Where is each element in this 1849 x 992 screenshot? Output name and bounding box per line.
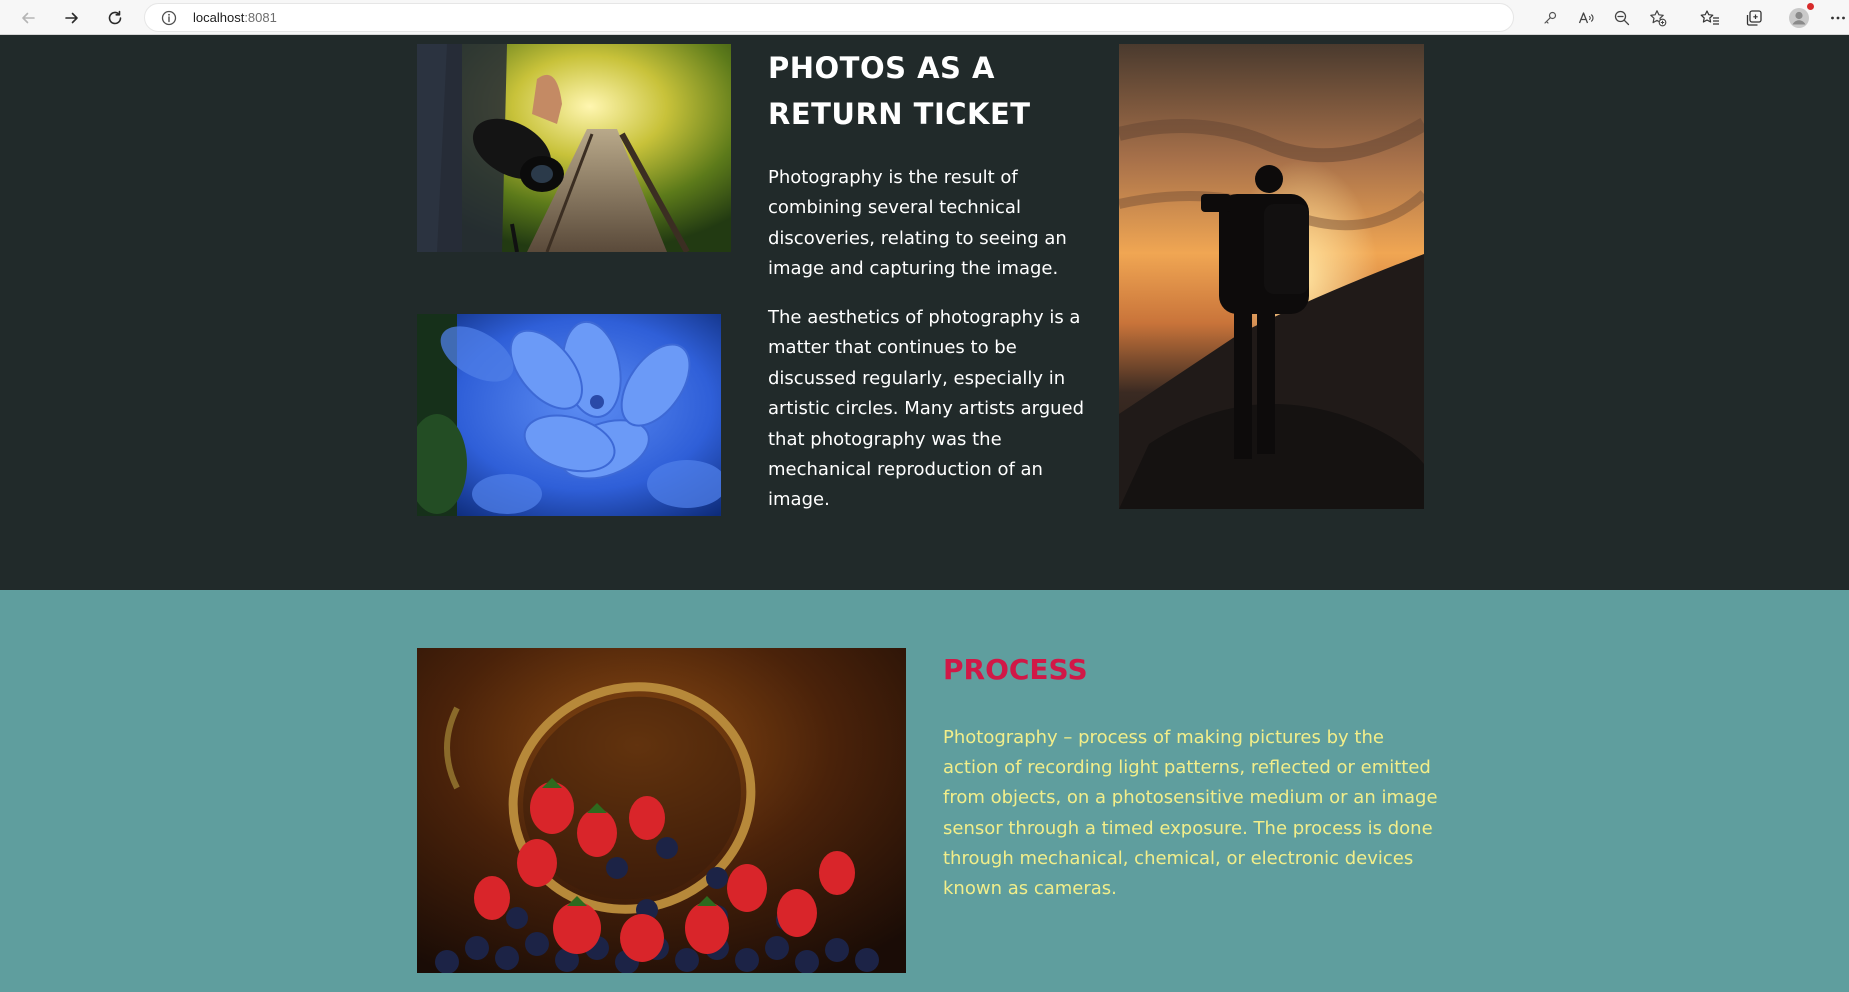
hero-paragraph-1: Photography is the result of combining s…: [768, 167, 1067, 280]
hero-section: PHOTOS AS A RETURN TICKET Photography is…: [0, 35, 1849, 590]
camera-on-boardwalk-photo: [417, 44, 731, 252]
more-icon[interactable]: [1828, 4, 1848, 32]
forward-icon[interactable]: [58, 4, 86, 32]
notification-dot: [1807, 3, 1814, 10]
address-bar[interactable]: localhost:8081: [144, 3, 1514, 32]
favorites-icon[interactable]: [1696, 4, 1724, 32]
url-text[interactable]: localhost:8081: [193, 10, 277, 25]
info-icon[interactable]: [161, 10, 177, 30]
collections-icon[interactable]: [1740, 4, 1768, 32]
process-title: PROCESS: [943, 653, 1088, 686]
photographer-sunset-photo: [1119, 44, 1424, 509]
process-section: PROCESS Photography – process of making …: [0, 590, 1849, 992]
browser-toolbar: localhost:8081: [0, 0, 1849, 35]
process-text: Photography – process of making pictures…: [943, 727, 1438, 900]
hero-paragraph-2: The aesthetics of photography is a matte…: [768, 307, 1085, 511]
zoom-out-icon[interactable]: [1612, 8, 1632, 28]
blue-flower-photo: [417, 314, 721, 516]
reload-icon[interactable]: [101, 4, 129, 32]
back-icon[interactable]: [14, 4, 42, 32]
hero-title: PHOTOS AS A RETURN TICKET: [768, 51, 1031, 131]
key-icon[interactable]: [1540, 8, 1560, 28]
add-favorite-icon[interactable]: [1648, 8, 1668, 28]
berries-bowl-photo: [417, 648, 906, 973]
profile-icon[interactable]: [1785, 3, 1814, 32]
read-aloud-icon[interactable]: [1577, 8, 1597, 28]
